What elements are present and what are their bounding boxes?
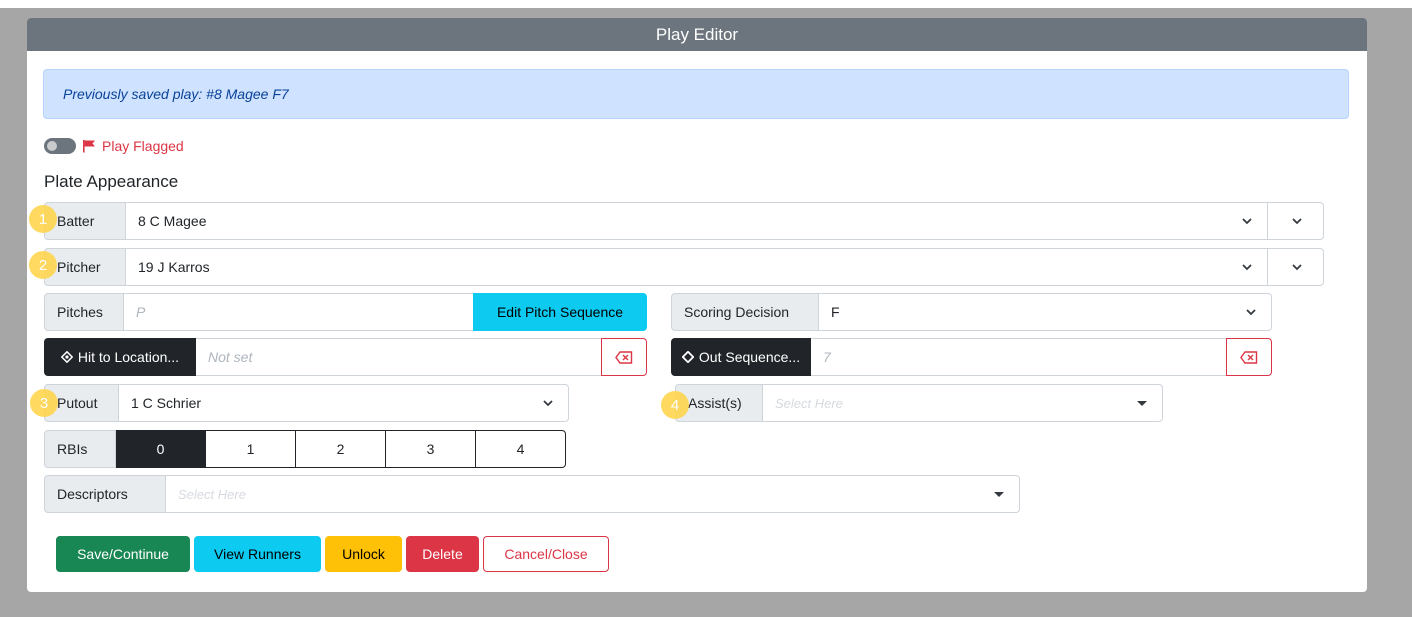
delete-button[interactable]: Delete — [406, 536, 479, 572]
batter-extra-dropdown[interactable] — [1268, 202, 1324, 240]
step-badge-2: 2 — [29, 251, 57, 279]
chevron-down-icon — [1292, 264, 1302, 271]
rbis-label: RBIs — [44, 430, 116, 468]
pitches-input[interactable]: P — [124, 293, 473, 331]
alert-text: Previously saved play: #8 Magee F7 — [63, 86, 289, 102]
batter-value: 8 C Magee — [138, 213, 207, 229]
chevron-down-icon — [1246, 309, 1256, 316]
descriptors-row: Descriptors Select Here — [44, 475, 1020, 513]
rbi-option-3[interactable]: 3 — [386, 430, 476, 468]
pitches-label: Pitches — [44, 293, 124, 331]
chevron-down-icon — [1137, 401, 1147, 406]
out-sequence-value-field: 7 — [811, 338, 1226, 376]
step-badge-1: 1 — [29, 205, 57, 233]
assists-placeholder: Select Here — [775, 395, 843, 411]
chevron-down-icon — [994, 492, 1004, 497]
backspace-icon — [615, 350, 633, 364]
unlock-button[interactable]: Unlock — [325, 536, 402, 572]
out-sequence-value: 7 — [823, 349, 831, 365]
descriptors-multiselect[interactable]: Select Here — [166, 475, 1020, 513]
chevron-down-icon — [1292, 218, 1302, 225]
hit-location-value-field: Not set — [196, 338, 601, 376]
pitcher-row: Pitcher 19 J Karros — [44, 248, 1324, 286]
out-sequence-button[interactable]: Out Sequence... — [671, 338, 811, 376]
out-sequence-row: Out Sequence... 7 — [671, 338, 1272, 376]
hit-to-location-button[interactable]: Hit to Location... — [44, 338, 196, 376]
pitcher-select[interactable]: 19 J Karros — [126, 248, 1268, 286]
rbi-option-4[interactable]: 4 — [476, 430, 566, 468]
modal-header: Play Editor — [27, 18, 1367, 51]
scoring-decision-select[interactable]: F — [819, 293, 1272, 331]
rbi-option-0[interactable]: 0 — [116, 430, 206, 468]
hit-location-value: Not set — [208, 349, 253, 365]
pitcher-extra-dropdown[interactable] — [1268, 248, 1324, 286]
play-editor-modal: Play Editor Previously saved play: #8 Ma… — [27, 18, 1367, 592]
clear-hit-location-button[interactable] — [601, 338, 647, 376]
batter-select[interactable]: 8 C Magee — [126, 202, 1268, 240]
cancel-close-button[interactable]: Cancel/Close — [483, 536, 609, 572]
clear-out-sequence-button[interactable] — [1226, 338, 1272, 376]
putout-select[interactable]: 1 C Schrier — [119, 384, 569, 422]
edit-pitch-sequence-button[interactable]: Edit Pitch Sequence — [473, 293, 647, 331]
assists-multiselect[interactable]: Select Here — [763, 384, 1163, 422]
top-strip — [0, 0, 1412, 8]
chevron-down-icon — [543, 400, 553, 407]
flag-row: Play Flagged — [44, 138, 184, 154]
pitches-placeholder: P — [136, 304, 146, 320]
hit-to-location-label: Hit to Location... — [77, 349, 180, 365]
step-badge-4: 4 — [661, 391, 689, 419]
flag-icon — [83, 140, 95, 153]
diamond-icon — [681, 351, 694, 363]
batter-row: Batter 8 C Magee — [44, 202, 1324, 240]
descriptors-placeholder: Select Here — [178, 486, 246, 502]
out-sequence-label: Out Sequence... — [698, 349, 801, 365]
flag-label: Play Flagged — [102, 138, 184, 154]
modal-title: Play Editor — [655, 24, 739, 44]
scoring-decision-value: F — [831, 304, 840, 320]
scoring-decision-label: Scoring Decision — [671, 293, 819, 331]
pitches-row: Pitches P Edit Pitch Sequence — [44, 293, 647, 331]
rbi-option-2[interactable]: 2 — [296, 430, 386, 468]
descriptors-label: Descriptors — [44, 475, 166, 513]
flag-toggle[interactable] — [44, 138, 76, 154]
rbis-row: RBIs 0 1 2 3 4 — [44, 430, 566, 468]
section-title: Plate Appearance — [44, 172, 179, 191]
saved-play-alert: Previously saved play: #8 Magee F7 — [43, 69, 1349, 119]
step-badge-3: 3 — [30, 389, 58, 417]
hit-location-row: Hit to Location... Not set — [44, 338, 647, 376]
chevron-down-icon — [1242, 218, 1252, 225]
backspace-icon — [1240, 350, 1258, 364]
chevron-down-icon — [1242, 264, 1252, 271]
save-continue-button[interactable]: Save/Continue — [56, 536, 190, 572]
rbi-option-1[interactable]: 1 — [206, 430, 296, 468]
putout-value: 1 C Schrier — [131, 395, 202, 411]
pitcher-value: 19 J Karros — [138, 259, 210, 275]
view-runners-button[interactable]: View Runners — [194, 536, 321, 572]
putout-row: Putout 1 C Schrier — [44, 384, 569, 422]
assists-row: Assist(s) Select Here — [675, 384, 1163, 422]
scoring-decision-row: Scoring Decision F — [671, 293, 1272, 331]
crosshair-icon — [60, 351, 73, 363]
